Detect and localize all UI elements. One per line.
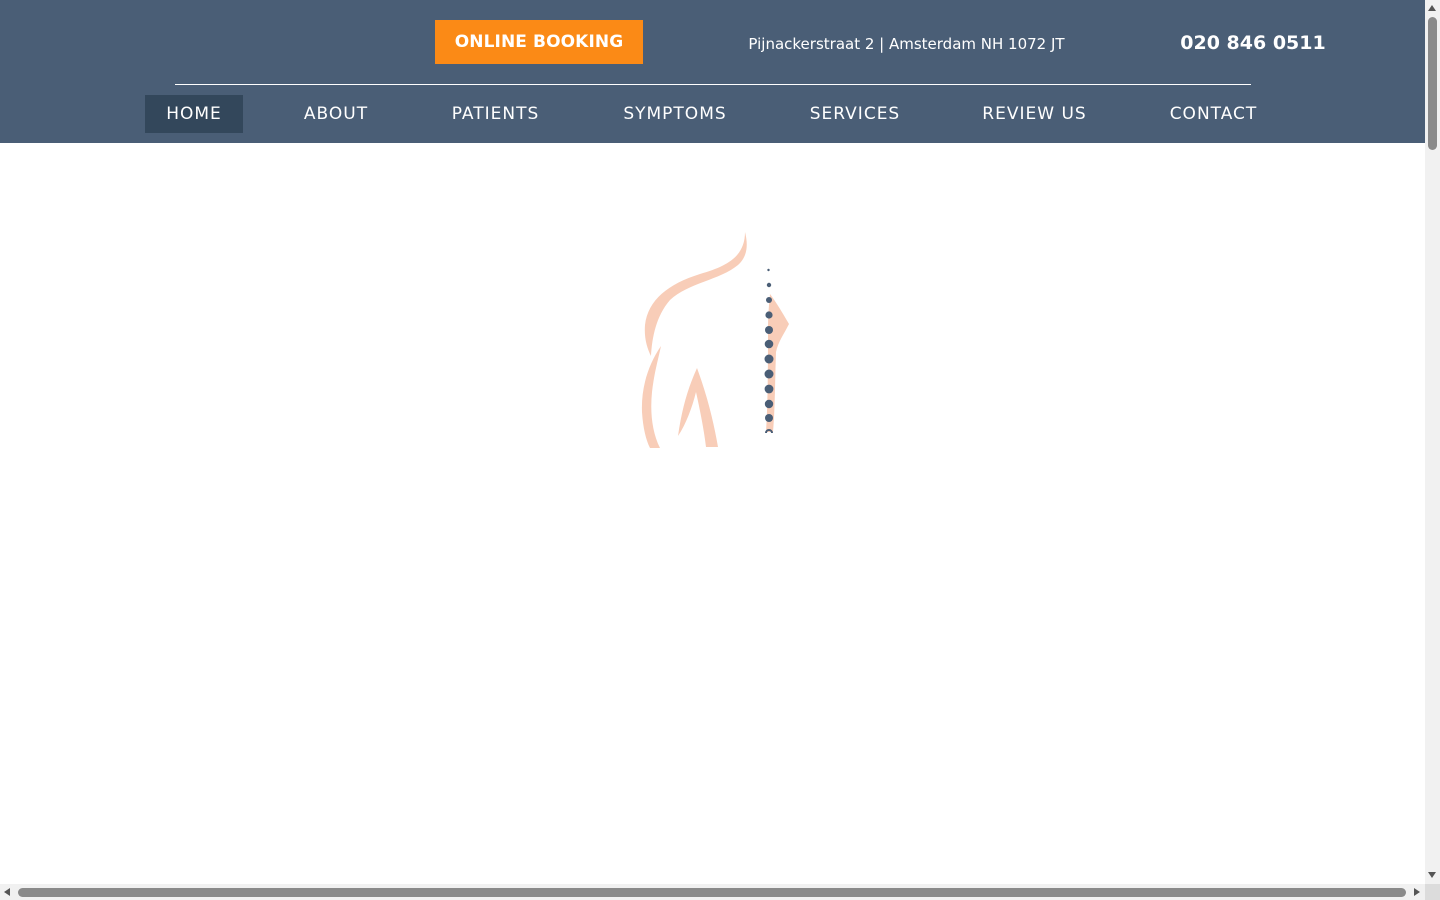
online-booking-button[interactable]: ONLINE BOOKING xyxy=(435,20,643,64)
scroll-left-arrow-icon[interactable] xyxy=(4,888,10,896)
site-header: ONLINE BOOKING Pijnackerstraat 2 | Amste… xyxy=(0,0,1425,143)
horizontal-scrollbar[interactable] xyxy=(0,884,1425,900)
phone-number-link[interactable]: 020 846 0511 xyxy=(1176,31,1330,55)
loading-graphic xyxy=(630,228,800,452)
scroll-right-arrow-icon[interactable] xyxy=(1414,888,1420,896)
vertical-scroll-thumb[interactable] xyxy=(1428,17,1437,150)
scrollbar-corner xyxy=(1425,884,1440,900)
nav-item-services[interactable]: SERVICES xyxy=(789,95,921,133)
nav-item-patients[interactable]: PATIENTS xyxy=(430,95,561,133)
nav-item-home[interactable]: HOME xyxy=(145,95,243,133)
nav-item-review-us[interactable]: REVIEW US xyxy=(961,95,1108,133)
nav-item-about[interactable]: ABOUT xyxy=(283,95,389,133)
nav-item-symptoms[interactable]: SYMPTOMS xyxy=(601,95,749,133)
header-divider xyxy=(175,84,1251,85)
clinic-address: Pijnackerstraat 2 | Amsterdam NH 1072 JT xyxy=(748,35,1065,53)
vertical-scrollbar[interactable] xyxy=(1425,0,1440,884)
scroll-down-arrow-icon[interactable] xyxy=(1428,872,1436,878)
spine-back-icon xyxy=(641,232,789,448)
horizontal-scroll-thumb[interactable] xyxy=(18,888,1406,897)
scroll-up-arrow-icon[interactable] xyxy=(1428,5,1436,11)
nav-item-contact[interactable]: CONTACT xyxy=(1148,95,1279,133)
page-viewport: ONLINE BOOKING Pijnackerstraat 2 | Amste… xyxy=(0,0,1425,884)
